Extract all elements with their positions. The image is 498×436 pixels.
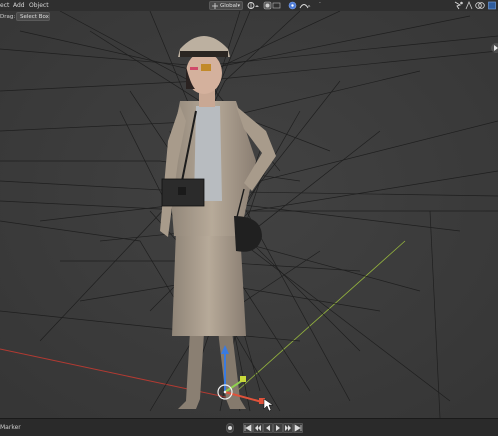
pivot-icon[interactable]	[247, 1, 261, 10]
xray-icon[interactable]	[488, 1, 496, 10]
jump-start-icon	[244, 424, 252, 432]
gizmo-toggle-icon[interactable]	[465, 1, 473, 10]
blender-window: ect Add Object Global ▾ · Drag: Select B…	[0, 0, 498, 436]
gizmo-origin-dot	[223, 390, 227, 394]
play-reverse-button[interactable]	[263, 423, 273, 433]
menu-select[interactable]: ect	[0, 2, 9, 9]
timeline-bar: Marker	[0, 418, 498, 436]
play-button[interactable]	[273, 423, 283, 433]
skirt	[172, 231, 246, 336]
drag-label: Drag:	[0, 14, 16, 20]
jump-end-button[interactable]	[293, 423, 303, 433]
left-eye	[190, 67, 198, 70]
keyframe-back-icon	[255, 425, 261, 431]
jump-end-icon	[294, 424, 302, 432]
select-box-label: Select Box	[20, 14, 49, 20]
jump-keyframe-back-button[interactable]	[253, 423, 263, 433]
keyframe-forward-icon	[285, 425, 291, 431]
gizmo-y-handle[interactable]	[240, 376, 246, 382]
overlay-icon[interactable]	[475, 1, 485, 10]
jump-start-button[interactable]	[243, 423, 253, 433]
marker-menu[interactable]: Marker	[0, 424, 21, 431]
navigation-gizmo-icon[interactable]	[489, 41, 498, 55]
hat-band	[180, 51, 228, 57]
jump-keyframe-forward-button[interactable]	[283, 423, 293, 433]
record-icon	[228, 426, 232, 430]
menu-add[interactable]: Add	[13, 2, 25, 9]
right-eye-glasses	[201, 64, 211, 71]
orientation-icon	[212, 3, 218, 9]
scene-canvas[interactable]	[0, 11, 498, 418]
play-reverse-icon	[266, 425, 270, 431]
select-tool-icon[interactable]	[454, 1, 464, 10]
handbag-clasp	[178, 187, 186, 195]
more-icon[interactable]: ·	[319, 0, 321, 7]
transform-orientation-dropdown[interactable]: Global ▾	[209, 1, 243, 10]
menu-object[interactable]: Object	[29, 2, 49, 9]
snap-icon[interactable]	[263, 1, 281, 10]
proportional-editing-icon[interactable]	[288, 1, 312, 10]
record-button[interactable]	[226, 423, 234, 433]
3d-viewport[interactable]: Drag: Select Box	[0, 11, 498, 418]
viewport-tool-header: Drag: Select Box	[0, 12, 498, 24]
orientation-label: Global	[220, 3, 238, 9]
play-icon	[276, 425, 280, 431]
chevron-down-icon: ▾	[237, 3, 240, 9]
select-box-dropdown[interactable]: Select Box	[16, 12, 50, 21]
